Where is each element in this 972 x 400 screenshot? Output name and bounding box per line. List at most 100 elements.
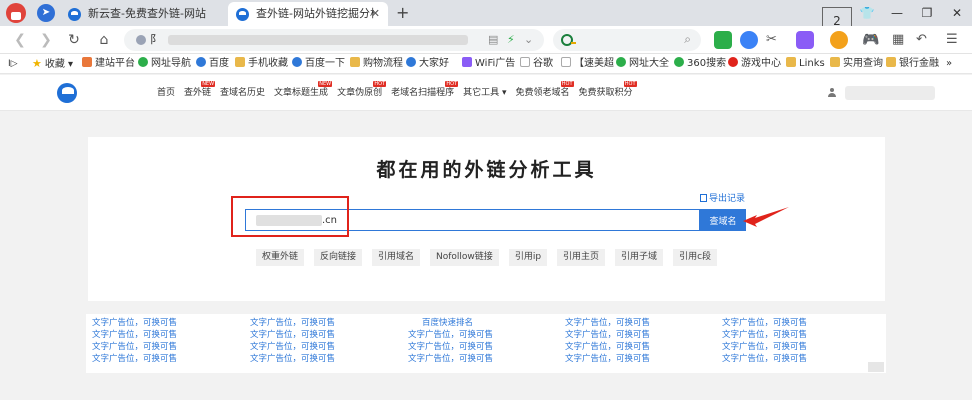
folder-icon	[350, 57, 360, 67]
bookmark-item[interactable]: 360搜索	[674, 54, 726, 73]
extension-shield-icon[interactable]	[830, 31, 848, 49]
export-records-link[interactable]: 导出记录	[700, 191, 745, 204]
bookmark-item[interactable]: 游戏中心	[728, 54, 781, 73]
bookmark-item[interactable]: 百度一下	[292, 54, 345, 73]
undo-icon[interactable]: ↶	[916, 31, 934, 49]
site-info-icon[interactable]	[136, 35, 146, 45]
send-icon[interactable]: ➤	[37, 4, 55, 22]
scroll-top-button[interactable]	[868, 362, 884, 372]
menu-icon[interactable]: ☰	[946, 31, 964, 49]
bookmark-item[interactable]: 实用查询	[830, 54, 883, 73]
extension-green-icon[interactable]	[714, 31, 732, 49]
nav-item-free-points[interactable]: 免费获取积分 HOT	[579, 75, 637, 111]
gamepad-icon[interactable]: 🎮	[862, 31, 880, 49]
nav-item-other-tools[interactable]: 其它工具 ▾	[463, 75, 506, 111]
bookmark-item[interactable]: 谷歌	[520, 54, 553, 73]
ad-link[interactable]: 文字广告位，可换可售	[408, 341, 493, 353]
ad-link[interactable]: 文字广告位，可换可售	[250, 329, 335, 341]
nav-item-backlinks[interactable]: 查外链 NEW	[184, 75, 216, 111]
restore-icon[interactable]: ❐	[912, 0, 942, 26]
ad-link[interactable]: 文字广告位，可换可售	[250, 341, 335, 353]
chip-reverse-links[interactable]: 反向链接	[313, 249, 362, 266]
chip-weight-links[interactable]: 权重外链	[255, 249, 304, 266]
extension-chat-icon[interactable]	[740, 31, 758, 49]
ad-link[interactable]: 文字广告位，可换可售	[250, 317, 335, 329]
bookmark-item[interactable]: 购物流程	[350, 54, 403, 73]
ad-link[interactable]: 文字广告位，可换可售	[92, 329, 177, 341]
ad-link[interactable]: 文字广告位，可换可售	[92, 353, 177, 365]
ad-link[interactable]: 文字广告位，可换可售	[722, 341, 807, 353]
annotation-arrow-icon	[743, 207, 789, 227]
shirt-icon[interactable]: 👕	[852, 0, 882, 26]
sidebar-toggle-icon[interactable]: I▷	[8, 54, 18, 73]
tab-strip: ➤ 新云查-免费查外链-网站域名查 查外链-网站外链挖掘分析-新云 ✕ + 2 …	[0, 0, 972, 33]
back-icon[interactable]: ❮	[10, 30, 30, 50]
ad-link[interactable]: 百度快速排名	[408, 317, 493, 329]
ad-link[interactable]: 文字广告位，可换可售	[565, 341, 650, 353]
nav-item-title-generator[interactable]: 文章标题生成 NEW	[274, 75, 333, 111]
chip-ref-home[interactable]: 引用主页	[557, 249, 606, 266]
ad-link[interactable]: 文字广告位，可换可售	[92, 317, 177, 329]
folder-icon	[886, 57, 896, 67]
forward-icon[interactable]: ❯	[36, 30, 56, 50]
home-icon[interactable]: ⌂	[94, 30, 114, 50]
bookmark-item[interactable]: 百度	[196, 54, 229, 73]
bookmark-item[interactable]: 网址大全	[616, 54, 669, 73]
site-logo-icon[interactable]	[57, 83, 77, 103]
tab-close-icon[interactable]: ✕	[371, 2, 380, 26]
ad-link[interactable]: 文字广告位，可换可售	[565, 329, 650, 341]
nav-item-rewrite[interactable]: 文章伪原创 HOT	[337, 75, 387, 111]
chevron-down-icon[interactable]: ⌄	[524, 32, 533, 48]
page-icon	[561, 57, 571, 67]
ad-link[interactable]: 文字广告位，可换可售	[250, 353, 335, 365]
close-window-icon[interactable]: ✕	[942, 0, 972, 26]
extension-purple-icon[interactable]	[796, 31, 814, 49]
chip-ref-c-segment[interactable]: 引用c段	[673, 249, 718, 266]
apps-grid-icon[interactable]: ▦	[892, 31, 910, 49]
search-icon[interactable]: ⌕	[684, 32, 691, 47]
scissors-icon[interactable]: ✂	[766, 31, 784, 49]
chip-ref-subdomain[interactable]: 引用子域	[615, 249, 664, 266]
new-tab-button[interactable]: +	[396, 2, 409, 24]
speed-icon[interactable]: ⚡	[507, 32, 515, 48]
ad-link[interactable]: 文字广告位，可换可售	[408, 353, 493, 365]
query-domain-button[interactable]: 查域名	[700, 209, 746, 231]
nav-item-domain-scanner[interactable]: 老域名扫描程序 HOT	[391, 75, 459, 111]
search-box[interactable]: ⌕	[553, 29, 701, 51]
reader-icon[interactable]: ▤	[488, 32, 498, 48]
tab-count-button[interactable]: 2	[822, 0, 852, 33]
chip-ref-domains[interactable]: 引用域名	[372, 249, 421, 266]
bookmarks-more-button[interactable]: »	[946, 54, 952, 73]
bookmark-item[interactable]: 大家好	[406, 54, 449, 73]
ad-link[interactable]: 文字广告位，可换可售	[722, 329, 807, 341]
ad-link[interactable]: 文字广告位，可换可售	[408, 329, 493, 341]
minimize-icon[interactable]: —	[882, 0, 912, 26]
nav-item-home[interactable]: 首页	[157, 75, 175, 111]
nav-item-free-domain[interactable]: 免费领老域名 HOT	[515, 75, 574, 111]
ad-link[interactable]: 文字广告位，可换可售	[722, 353, 807, 365]
ad-link[interactable]: 文字广告位，可换可售	[565, 353, 650, 365]
address-bar[interactable]: 阝 ▤ ⚡ ⌄	[124, 29, 544, 51]
bookmark-item[interactable]: WiFi广告	[462, 54, 515, 73]
nav-icon	[138, 57, 148, 67]
chip-ref-ip[interactable]: 引用ip	[508, 249, 548, 266]
bookmark-item[interactable]: 建站平台	[82, 54, 135, 73]
ad-link[interactable]: 文字广告位，可换可售	[92, 341, 177, 353]
ad-link[interactable]: 文字广告位，可换可售	[722, 317, 807, 329]
user-icon[interactable]	[828, 88, 836, 97]
bookmark-item[interactable]: ★ 收藏 ▾	[32, 54, 73, 73]
bookmark-item[interactable]: 网址导航	[138, 54, 191, 73]
bookmark-item[interactable]: 手机收藏	[235, 54, 288, 73]
browser-logo-icon[interactable]	[6, 3, 26, 23]
bookmark-item[interactable]: 银行金融	[886, 54, 939, 73]
nav-item-domain-history[interactable]: 查域名历史	[220, 75, 265, 111]
ad-link[interactable]: 文字广告位，可换可售	[565, 317, 650, 329]
tab-2-active[interactable]: 查外链-网站外链挖掘分析-新云 ✕	[228, 2, 388, 26]
site-favicon-icon	[236, 8, 249, 21]
user-name-blurred[interactable]	[845, 86, 935, 100]
reload-icon[interactable]: ↻	[64, 30, 84, 50]
bookmark-item[interactable]: 【速美超	[561, 54, 614, 73]
chip-nofollow[interactable]: Nofollow链接	[430, 249, 499, 266]
tab-1[interactable]: 新云查-免费查外链-网站域名查	[60, 2, 228, 26]
bookmark-item[interactable]: Links	[786, 54, 825, 73]
